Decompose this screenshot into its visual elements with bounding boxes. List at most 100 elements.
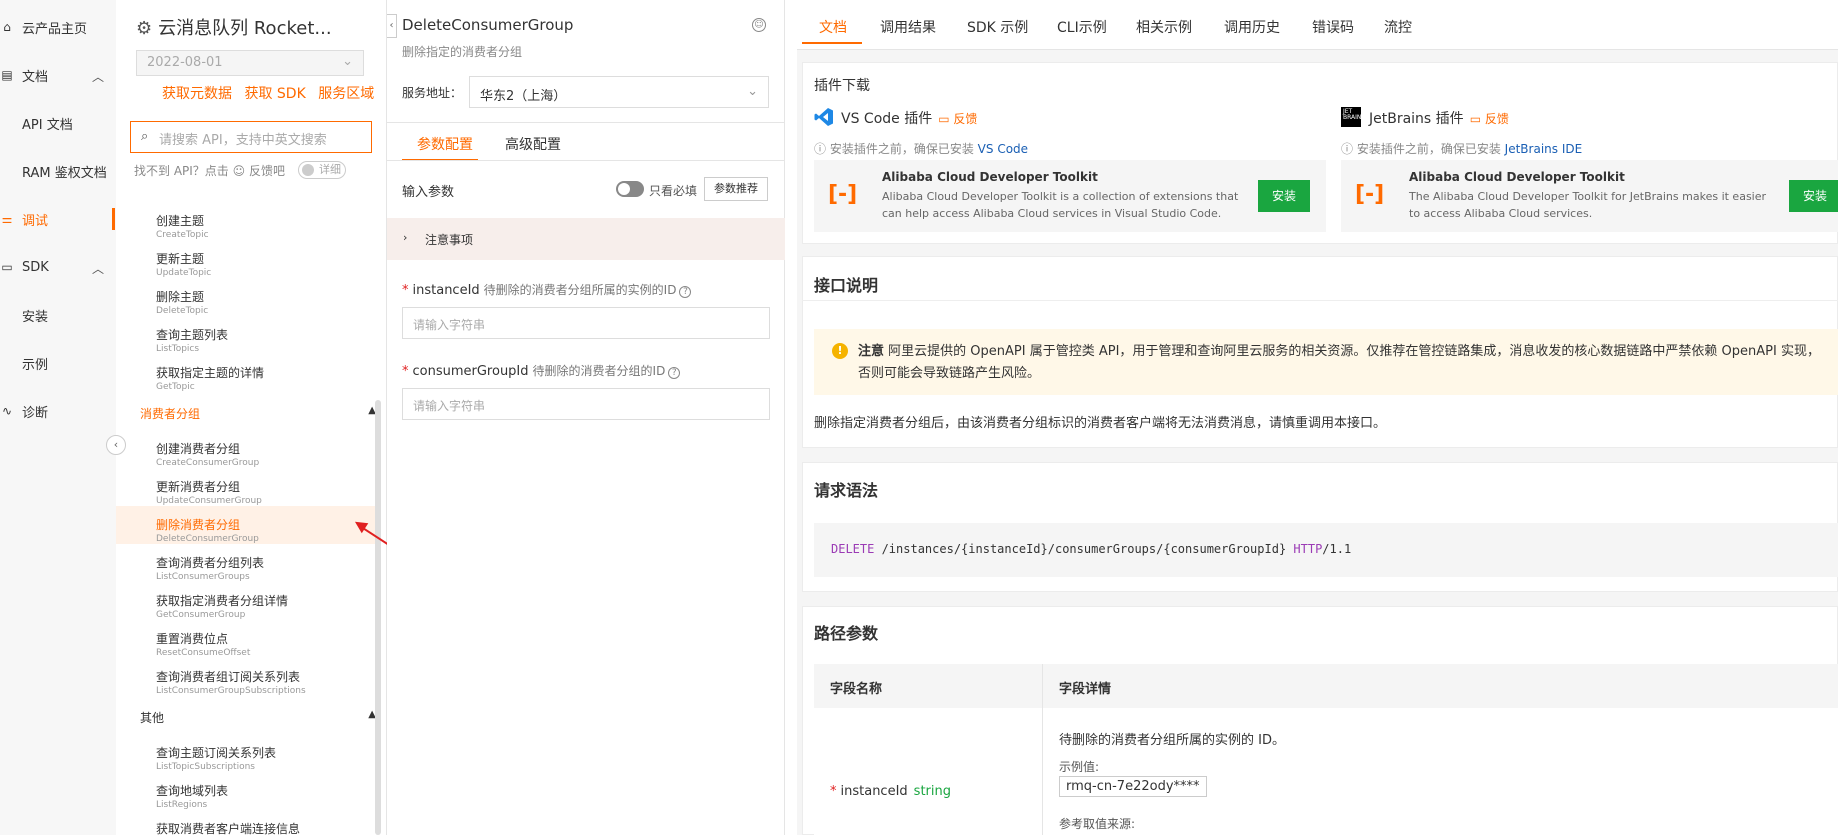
- example-value[interactable]: rmq-cn-7e22ody****: [1059, 776, 1207, 797]
- tab-flow-control[interactable]: 流控: [1384, 17, 1412, 37]
- version-value: 2022-08-01: [147, 55, 223, 70]
- nav-label: SDK: [22, 259, 49, 275]
- debug-icon: ⚌: [1, 212, 13, 226]
- jetbrains-logo-icon: JET BRAINS: [1341, 107, 1365, 127]
- feedback-link[interactable]: ▭ 反馈: [938, 112, 977, 126]
- vscode-link[interactable]: VS Code: [978, 142, 1028, 156]
- api-item[interactable]: 删除主题 DeleteTopic: [156, 288, 386, 316]
- nav-product-home[interactable]: ⌂ 云产品主页: [0, 12, 116, 42]
- tab-cli-example[interactable]: CLI示例: [1057, 17, 1107, 37]
- help-icon[interactable]: ?: [679, 286, 692, 298]
- jetbrains-link[interactable]: JetBrains IDE: [1505, 142, 1583, 156]
- nav-debug[interactable]: ⚌ 调试: [0, 204, 116, 234]
- nav-sdk[interactable]: ▭ SDK ︿: [0, 252, 116, 282]
- detail-toggle[interactable]: 详细: [298, 161, 346, 179]
- feedback-link[interactable]: ▭ 反馈: [1470, 112, 1509, 126]
- chevron-down-icon: ⌄: [747, 84, 758, 99]
- api-item[interactable]: 查询消费者组订阅关系列表 ListConsumerGroupSubscripti…: [156, 668, 386, 696]
- tab-param-config[interactable]: 参数配置: [417, 134, 473, 154]
- api-item[interactable]: 更新主题 UpdateTopic: [156, 250, 386, 278]
- help-icon[interactable]: ?: [668, 367, 681, 379]
- column-divider: [1042, 664, 1043, 835]
- api-item[interactable]: 获取指定消费者分组详情 GetConsumerGroup: [156, 592, 386, 620]
- api-search-input[interactable]: ⌕ 请搜索 API，支持中英文搜索: [130, 121, 372, 153]
- api-list-panel: ⚙ 云消息队列 Rocket... 2022-08-01 ⌄ 获取元数据 获取 S…: [116, 0, 432, 837]
- jetbrains-install-hint: ⓘ 安装插件之前，确保已安装 JetBrains IDE: [1341, 140, 1582, 157]
- api-item-en: ListTopics: [156, 344, 200, 354]
- param-recommend-button[interactable]: 参数推荐: [704, 177, 768, 201]
- nav-docs[interactable]: ▤ 文档 ︿: [0, 60, 116, 90]
- api-item-cn: 删除消费者分组: [156, 518, 241, 532]
- jetbrains-plugin-name: JetBrains 插件 ▭ 反馈: [1369, 108, 1509, 128]
- hint-text: 安装插件之前，确保已安装: [829, 142, 974, 156]
- api-item-active[interactable]: 删除消费者分组 DeleteConsumerGroup: [156, 516, 386, 544]
- collapse-sidebar-button[interactable]: ‹: [106, 435, 126, 455]
- product-title[interactable]: ⚙ 云消息队列 Rocket...: [136, 14, 332, 40]
- tab-call-result[interactable]: 调用结果: [880, 17, 936, 37]
- notes-collapse[interactable]: › 注意事项: [387, 218, 785, 260]
- jetbrains-install-button[interactable]: 安装: [1789, 180, 1838, 212]
- input-placeholder: 请输入字符串: [413, 318, 486, 332]
- api-item[interactable]: 查询主题列表 ListTopics: [156, 326, 386, 354]
- not-found-feedback[interactable]: 找不到 API？点击 ☺ 反馈吧: [134, 162, 285, 179]
- nav-install[interactable]: 安装: [0, 300, 116, 330]
- docs-panel: 文档 调用结果 SDK 示例 CLI示例 相关示例 调用历史 错误码 流控 插件…: [797, 0, 1838, 835]
- tab-call-history[interactable]: 调用历史: [1224, 17, 1280, 37]
- api-item-en: GetConsumerGroup: [156, 610, 246, 620]
- get-sdk-link[interactable]: 获取 SDK: [244, 86, 305, 102]
- field-type: string: [913, 784, 951, 799]
- version-select[interactable]: 2022-08-01 ⌄: [136, 50, 364, 76]
- field-name-cell: * instanceId string: [830, 784, 951, 799]
- path-params-table: 字段名称 字段详情 * instanceId string 待删除的消费者分组所属的…: [814, 664, 1838, 835]
- group-header-consumer[interactable]: 消费者分组 ▲: [140, 405, 376, 422]
- api-item[interactable]: 创建消费者分组 CreateConsumerGroup: [156, 440, 386, 468]
- consumergroupid-input[interactable]: 请输入字符串: [402, 388, 770, 420]
- api-item-en: DeleteConsumerGroup: [156, 534, 259, 544]
- api-description: 删除指定的消费者分组: [402, 45, 523, 59]
- search-placeholder: 请搜索 API，支持中英文搜索: [159, 133, 327, 148]
- api-item[interactable]: 创建主题 CreateTopic: [156, 212, 386, 240]
- param-name: consumerGroupId: [412, 364, 529, 379]
- api-list-scrollbar[interactable]: [375, 400, 381, 835]
- get-metadata-link[interactable]: 获取元数据: [162, 86, 232, 102]
- nav-api-docs[interactable]: API 文档: [0, 108, 116, 138]
- service-region-link[interactable]: 服务区域: [318, 86, 374, 102]
- collapse-list-button[interactable]: ‹: [387, 14, 397, 38]
- api-item[interactable]: 获取指定主题的详情 GetTopic: [156, 364, 386, 392]
- instanceid-input[interactable]: 请输入字符串: [402, 307, 770, 339]
- nav-diagnose[interactable]: ∿ 诊断: [0, 396, 116, 426]
- only-required-switch[interactable]: [616, 181, 644, 197]
- api-item[interactable]: 查询消费者分组列表 ListConsumerGroups: [156, 554, 386, 582]
- nav-ram-docs[interactable]: RAM 鉴权文档: [0, 156, 116, 186]
- nav-example[interactable]: 示例: [0, 348, 116, 378]
- param-name: instanceId: [412, 283, 480, 298]
- section-title-path: 路径参数: [814, 624, 879, 643]
- group-header-other[interactable]: 其他 ▲: [140, 709, 376, 726]
- vscode-install-hint: ⓘ 安装插件之前，确保已安装 VS Code: [814, 140, 1028, 157]
- home-icon: ⌂: [3, 20, 11, 34]
- chevron-up-icon: ︿: [91, 262, 104, 276]
- tab-docs[interactable]: 文档: [819, 17, 847, 37]
- api-item[interactable]: 获取消费者客户端连接信息: [156, 820, 386, 837]
- nav-label: RAM 鉴权文档: [22, 165, 107, 181]
- api-item-cn: 删除主题: [156, 290, 205, 304]
- plugin-name: VS Code 插件: [841, 111, 933, 127]
- tab-advanced-config[interactable]: 高级配置: [505, 134, 561, 154]
- field-desc: 待删除的消费者分组所属的实例的 ID。: [1059, 733, 1285, 748]
- table-header: 字段名称 字段详情: [814, 664, 1838, 708]
- divider: [802, 300, 1838, 301]
- api-item[interactable]: 更新消费者分组 UpdateConsumerGroup: [156, 478, 386, 506]
- tab-related-example[interactable]: 相关示例: [1136, 17, 1192, 37]
- api-item[interactable]: 查询地域列表 ListRegions: [156, 782, 386, 810]
- jetbrains-toolkit-box: [-] Alibaba Cloud Developer Toolkit The …: [1341, 160, 1838, 232]
- api-desc-text: 删除指定消费者分组后，由该消费者分组标识的消费者客户端将无法消费消息，请慎重调用…: [814, 416, 1387, 431]
- api-item[interactable]: 重置消费位点 ResetConsumeOffset: [156, 630, 386, 658]
- api-item[interactable]: 查询主题订阅关系列表 ListTopicSubscriptions: [156, 744, 386, 772]
- vscode-install-button[interactable]: 安装: [1258, 180, 1310, 212]
- tab-sdk-example[interactable]: SDK 示例: [967, 17, 1028, 37]
- service-address-select[interactable]: 华东2（上海） ⌄: [469, 76, 769, 108]
- vscode-logo-icon: [814, 108, 833, 126]
- feedback-smile-icon[interactable]: ☺: [752, 18, 766, 32]
- api-item-cn: 查询消费者分组列表: [156, 556, 265, 570]
- tab-error-codes[interactable]: 错误码: [1312, 17, 1354, 37]
